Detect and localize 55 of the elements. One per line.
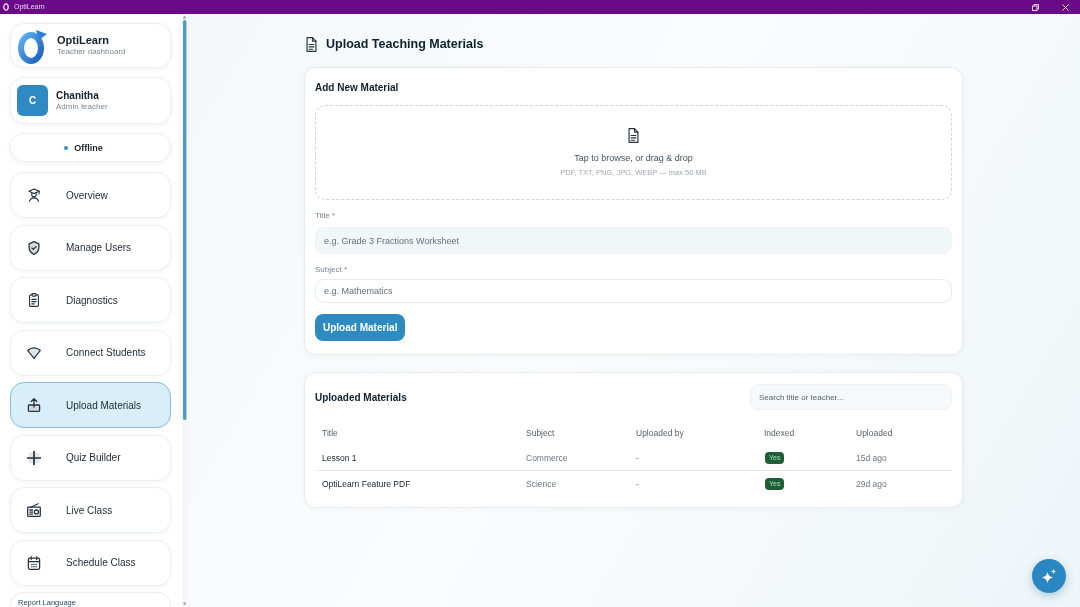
column-header: Indexed (763, 427, 796, 438)
upload-button[interactable]: Upload Material (315, 314, 406, 341)
floating-action-button[interactable] (1032, 559, 1066, 593)
app-icon (3, 3, 9, 11)
search-field[interactable]: Search title or teacher... (750, 384, 952, 410)
sidebar-item[interactable]: Overview (10, 172, 171, 218)
field-label: Title * (315, 211, 336, 221)
table-cell-text: Lesson 1 (321, 452, 358, 463)
sidebar-item[interactable]: Connect Students (10, 329, 171, 376)
column-header: Title (321, 427, 339, 438)
radio-icon (27, 503, 41, 517)
table-cell-text: OptiLearn Feature PDF (321, 478, 412, 489)
table-cell-text: - (635, 452, 640, 463)
column-header: Subject (525, 427, 556, 438)
logo-icon (17, 27, 48, 64)
dropzone-prompt: Tap to browse, or drag & drop (574, 153, 693, 164)
table-cell-text: 15d ago (855, 452, 888, 463)
wifi-icon (27, 345, 41, 360)
card-title: Uploaded Materials (315, 391, 407, 403)
user-role: Admin teacher (56, 102, 108, 112)
input-field[interactable]: e.g. Grade 3 Fractions Worksheet (315, 227, 952, 254)
field-label: Subject * (315, 265, 348, 275)
page-title: Upload Teaching Materials (326, 37, 484, 52)
input-field[interactable]: e.g. Mathematics (315, 279, 952, 303)
document-icon (306, 37, 317, 52)
table-cell-text: Commerce (525, 452, 569, 463)
sidebar-item[interactable]: Upload Materials (10, 382, 171, 428)
file-icon (628, 128, 639, 143)
sidebar-item[interactable]: Diagnostics (10, 277, 171, 323)
table-cell-text: - (635, 478, 640, 489)
app-name: OptiLearn (57, 34, 110, 47)
sidebar-item[interactable]: Quiz Builder (10, 434, 171, 481)
plus-icon (27, 450, 41, 465)
calendar-icon (27, 555, 41, 570)
upload-icon (27, 398, 41, 412)
status-label: Offline (74, 142, 103, 153)
table-cell-text: Science (525, 478, 558, 489)
table-cell-text: 29d ago (855, 478, 888, 489)
scrollbar[interactable] (182, 14, 187, 607)
column-header: Uploaded by (635, 427, 685, 438)
status-dot-icon (64, 145, 69, 150)
clipboard-icon (27, 293, 41, 307)
sparkle-icon (1042, 569, 1056, 583)
column-header: Uploaded (855, 427, 894, 438)
restore-icon (1031, 3, 1039, 11)
sidebar-item[interactable]: Live Class (10, 487, 171, 533)
user-name: Chanitha (56, 89, 100, 102)
sidebar-item[interactable]: Manage Users (10, 224, 171, 271)
card-title: Add New Material (315, 82, 399, 93)
graduate-icon (27, 188, 41, 202)
avatar-initial: C (17, 85, 48, 116)
sidebar-item[interactable]: Schedule Class (10, 539, 171, 586)
app-subtitle: Teacher dashboard (57, 47, 126, 57)
close-icon (1061, 3, 1069, 11)
shield-check-icon (27, 240, 41, 255)
